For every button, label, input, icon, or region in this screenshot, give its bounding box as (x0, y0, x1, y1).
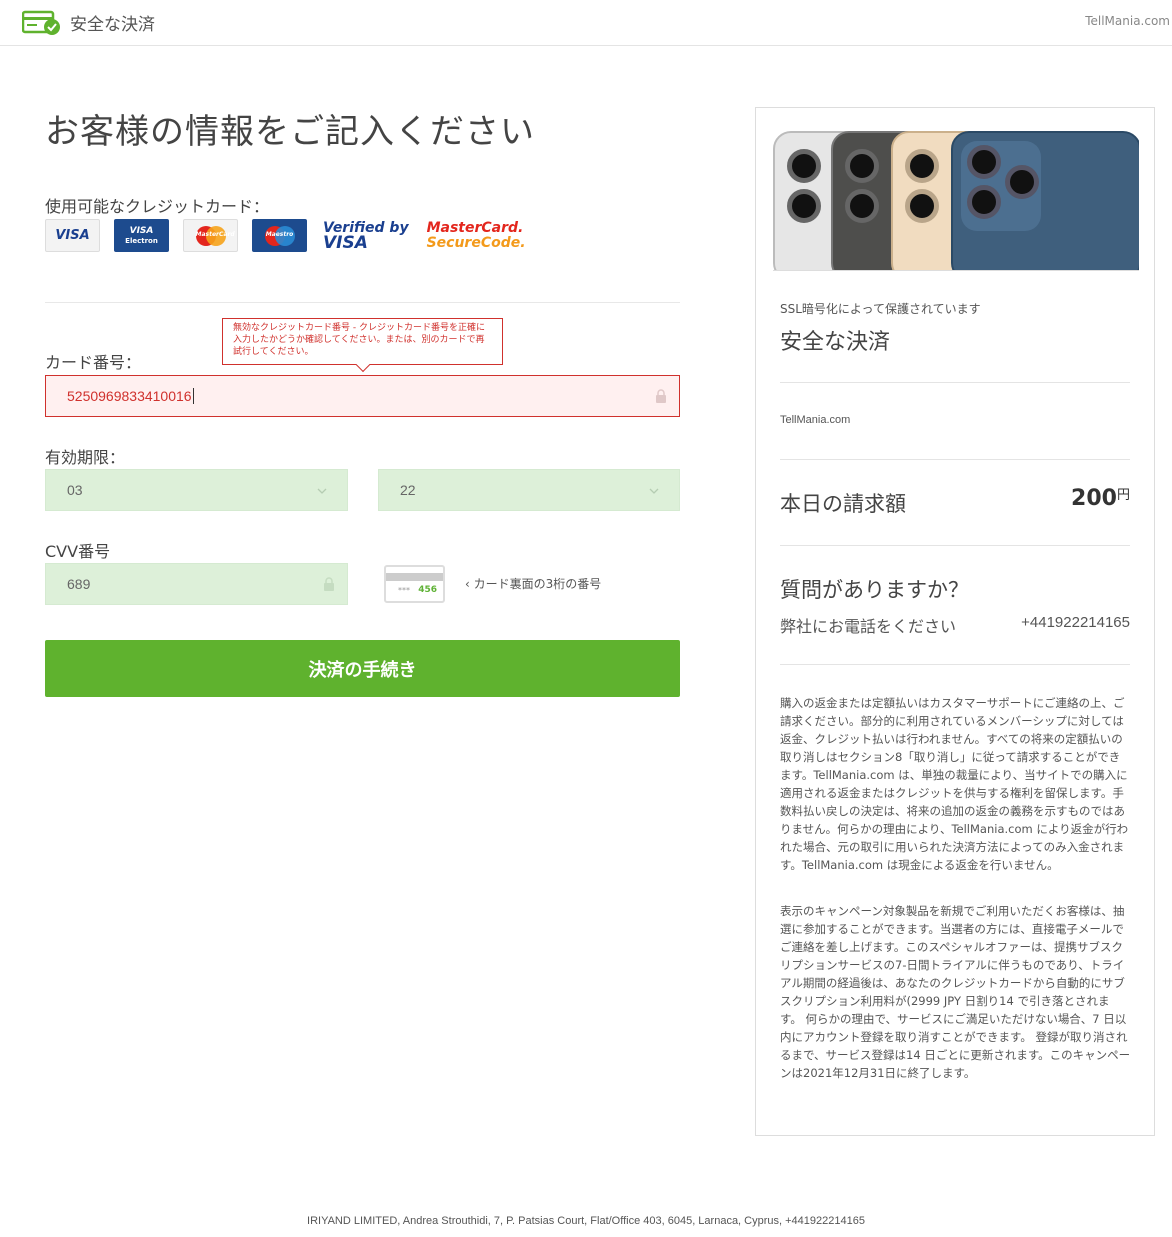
chevron-down-icon (649, 488, 659, 494)
divider (780, 382, 1130, 383)
visa-logo: VISA (45, 219, 100, 252)
card-number-error-tooltip: 無効なクレジットカード番号 - クレジットカード番号を正確に入力したかどうか確認… (222, 318, 503, 365)
cvv-card-illustration: *** 456 (384, 565, 445, 603)
page-title: お客様の情報をご記入ください (45, 112, 535, 152)
cvv-label: CVV番号 (45, 542, 111, 561)
visa-electron-logo: VISA Electron (114, 219, 169, 252)
top-bar: 安全な決済 TellMania.com (0, 0, 1172, 46)
cvv-value: 689 (67, 576, 91, 592)
mastercard-securecode-logo: MasterCard. SecureCode. (426, 219, 526, 251)
mastercard-logo: MasterCard (183, 219, 238, 252)
support-phone[interactable]: +441922214165 (1021, 614, 1130, 631)
card-number-value: 5250969833410016 (67, 388, 192, 404)
divider (780, 545, 1130, 546)
header-site-link[interactable]: TellMania.com (1085, 14, 1170, 28)
divider (780, 664, 1130, 665)
card-number-input[interactable]: 5250969833410016 (45, 375, 680, 417)
total-label: 本日の請求額 (780, 492, 906, 516)
submit-payment-button[interactable]: 決済の手続き (45, 640, 680, 697)
ssl-note: SSL暗号化によって保護されています (780, 302, 981, 316)
maestro-logo: Maestro (252, 219, 307, 252)
footer-company-info: IRIYAND LIMITED, Andrea Strouthidi, 7, P… (307, 1215, 865, 1227)
cvv-input[interactable]: 689 (45, 563, 348, 605)
chevron-left-icon: ‹ (465, 577, 474, 591)
expiry-month-select[interactable]: 03 (45, 469, 348, 511)
total-amount: 200円 (1071, 486, 1130, 511)
divider (45, 302, 680, 303)
question-subtitle: 弊社にお電話をください (780, 617, 957, 636)
question-title: 質問がありますか？ (780, 578, 969, 602)
secure-card-icon (22, 10, 60, 35)
expiry-label: 有効期限： (45, 448, 126, 467)
header-title: 安全な決済 (70, 15, 155, 35)
refund-terms: 購入の返金または定額払いはカスタマーサポートにご連絡の上、ご請求ください。部分的… (780, 696, 1129, 872)
expiry-year-select[interactable]: 22 (378, 469, 680, 511)
product-image (773, 131, 1139, 271)
cvv-hint: ‹ カード裏面の3桁の番号 (465, 577, 602, 591)
chevron-down-icon (317, 488, 327, 494)
verified-by-visa-logo: Verified by VISA (323, 219, 409, 253)
expiry-month-value: 03 (67, 482, 83, 498)
lock-icon (324, 577, 334, 591)
accepted-card-logos: VISA VISA Electron MasterCard Maestro Ver… (45, 219, 528, 252)
divider (780, 459, 1130, 460)
card-number-label: カード番号： (45, 353, 142, 372)
expiry-year-value: 22 (400, 482, 416, 498)
summary-title: 安全な決済 (780, 330, 891, 355)
accepted-cards-label: 使用可能なクレジットカード： (45, 197, 270, 216)
lock-icon (656, 389, 666, 403)
merchant-name: TellMania.com (780, 414, 851, 426)
campaign-terms: 表示のキャンペーン対象製品を新規でご利用いただくお客様は、抽選に参加することがで… (780, 904, 1131, 1080)
